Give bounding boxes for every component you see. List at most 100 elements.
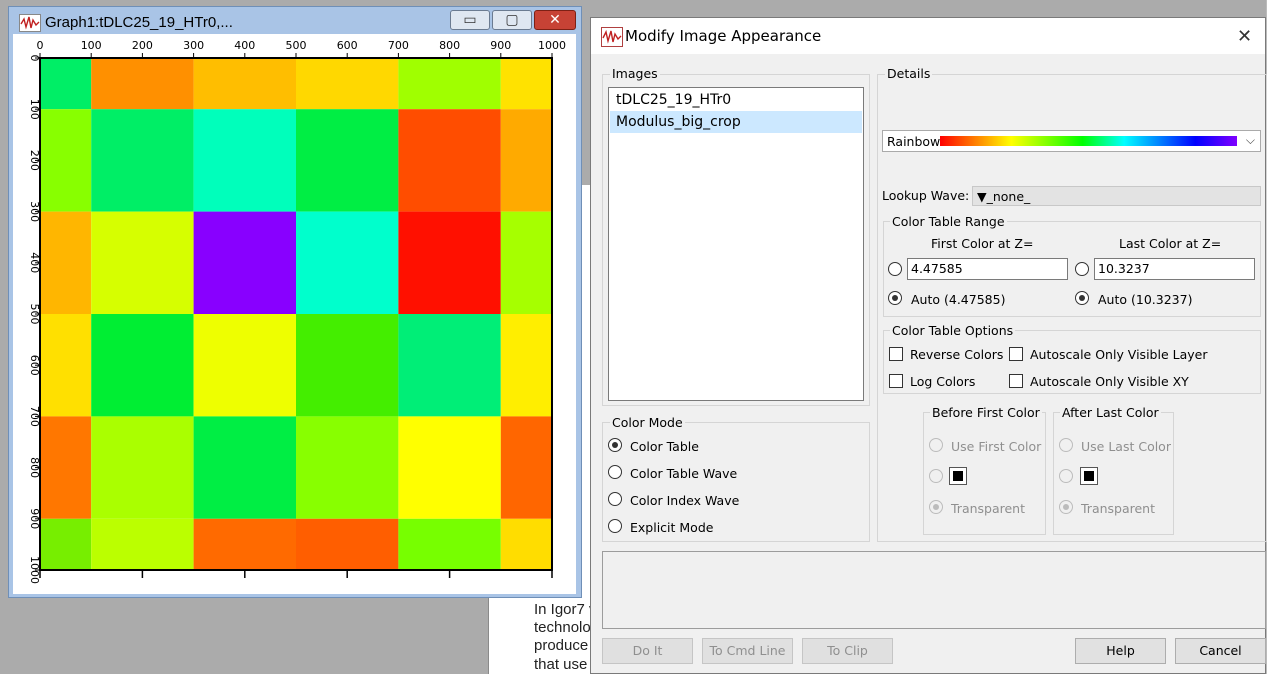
heatmap-cell [296, 314, 399, 417]
left-axis-tick-label: 0 [28, 55, 41, 62]
after-last-transparent-radio[interactable] [1059, 500, 1073, 514]
top-axis-tick-label: 200 [132, 39, 153, 52]
top-axis-tick-label: 900 [490, 39, 511, 52]
top-axis-tick-label: 300 [183, 39, 204, 52]
heatmap-cell [398, 109, 501, 212]
doc-paragraph-line: In Igor7 v [534, 601, 597, 618]
help-button[interactable]: Help [1075, 638, 1166, 664]
last-color-field[interactable]: 10.3237 [1094, 258, 1255, 280]
top-axis-tick-label: 700 [388, 39, 409, 52]
color-table-select[interactable]: Rainbow ⌵ [882, 130, 1261, 152]
top-axis-tick-label: 100 [81, 39, 102, 52]
color-table-radio[interactable] [608, 438, 622, 452]
plot-area[interactable]: 0 100 200 300 400 500 600 700 800 900 1000 0 100 200 3… [13, 34, 576, 594]
top-axis-tick-label: 1000 [538, 39, 566, 52]
reverse-colors-label: Reverse Colors [910, 347, 1004, 362]
first-color-auto-radio[interactable] [888, 291, 902, 305]
last-color-manual-radio[interactable] [1075, 262, 1089, 276]
left-axis-tick-label: 700 [28, 406, 41, 427]
heatmap-cell [91, 109, 194, 212]
images-list[interactable]: tDLC25_19_HTr0 Modulus_big_crop [608, 87, 864, 401]
color-index-wave-radio[interactable] [608, 492, 622, 506]
heatmap-cell [500, 58, 552, 110]
before-first-color-label: Before First Color [930, 405, 1042, 420]
rainbow-gradient [940, 136, 1237, 146]
dialog-close-icon[interactable]: ✕ [1237, 26, 1252, 47]
image-plot[interactable]: 0 100 200 300 400 500 600 700 800 900 1000 0 100 200 3… [13, 34, 576, 594]
left-axis-tick-label: 900 [28, 508, 41, 529]
image-list-item-selected[interactable]: Modulus_big_crop [610, 111, 862, 133]
use-last-color-radio[interactable] [1059, 438, 1073, 452]
dialog-titlebar[interactable]: Modify Image Appearance ✕ [591, 18, 1265, 54]
before-first-transparent-radio[interactable] [929, 500, 943, 514]
heatmap-cell [500, 416, 552, 519]
top-axis-tick-label: 600 [337, 39, 358, 52]
last-color-auto-radio[interactable] [1075, 291, 1089, 305]
command-preview-area[interactable] [602, 551, 1266, 629]
close-button[interactable]: ✕ [534, 10, 576, 30]
left-axis-tick-label: 200 [28, 150, 41, 171]
log-colors-checkbox[interactable] [889, 374, 903, 388]
image-list-item[interactable]: tDLC25_19_HTr0 [610, 89, 862, 111]
heatmap-cell [40, 109, 92, 212]
heatmap-cell [193, 314, 296, 417]
heatmap-cell [500, 518, 552, 570]
heatmap-cell [40, 314, 92, 417]
graph-window[interactable]: Graph1:tDLC25_19_HTr0,... ▭ ▢ ✕ 0 100 200 3… [8, 6, 582, 598]
lookup-wave-label: Lookup Wave: [882, 188, 970, 203]
to-clip-button[interactable]: To Clip [802, 638, 893, 664]
graph-titlebar[interactable]: Graph1:tDLC25_19_HTr0,... ▭ ▢ ✕ [9, 7, 581, 37]
autoscale-xy-checkbox[interactable] [1009, 374, 1023, 388]
color-table-wave-radio[interactable] [608, 465, 622, 479]
heatmap-cell [500, 211, 552, 314]
after-last-color-swatch[interactable] [1080, 467, 1098, 485]
left-axis-tick-label: 500 [28, 304, 41, 325]
heatmap-cell [398, 416, 501, 519]
cancel-button[interactable]: Cancel [1175, 638, 1266, 664]
color-mode-label: Color Mode [610, 415, 685, 430]
heatmap-cell [91, 518, 194, 570]
minimize-icon: ▭ [463, 12, 477, 28]
autoscale-layer-checkbox[interactable] [1009, 347, 1023, 361]
autoscale-xy-label: Autoscale Only Visible XY [1030, 374, 1189, 389]
dialog-title: Modify Image Appearance [625, 27, 822, 45]
graph-app-icon [19, 14, 41, 32]
heatmap-cell [296, 416, 399, 519]
heatmap-cell [398, 518, 501, 570]
left-axis-tick-label: 1000 [28, 556, 41, 584]
close-icon: ✕ [549, 12, 561, 28]
top-axis-tick-label: 500 [286, 39, 307, 52]
heatmap-cell [398, 211, 501, 314]
left-axis-tick-label: 600 [28, 355, 41, 376]
modify-image-appearance-dialog: Modify Image Appearance ✕ Images tDLC25_… [590, 17, 1267, 674]
minimize-button[interactable]: ▭ [450, 10, 490, 30]
first-color-field[interactable]: 4.47585 [907, 258, 1068, 280]
before-first-color-swatch[interactable] [949, 467, 967, 485]
doc-paragraph-line: produce [534, 637, 589, 654]
heatmap-cell [91, 58, 194, 110]
autoscale-layer-label: Autoscale Only Visible Layer [1030, 347, 1208, 362]
after-last-swatch-radio[interactable] [1059, 469, 1073, 483]
heatmap-cell [91, 416, 194, 519]
reverse-colors-checkbox[interactable] [889, 347, 903, 361]
left-axis-tick-label: 800 [28, 457, 41, 478]
lookup-wave-popup[interactable]: ▼_none_ [972, 186, 1261, 206]
do-it-button[interactable]: Do It [602, 638, 693, 664]
before-first-swatch-radio[interactable] [929, 469, 943, 483]
first-color-manual-radio[interactable] [888, 262, 902, 276]
first-color-auto-label: Auto (4.47585) [911, 292, 1006, 307]
heatmap-cell [193, 109, 296, 212]
top-axis-tick-label: 400 [234, 39, 255, 52]
heatmap-cell [40, 416, 92, 519]
explicit-mode-radio[interactable] [608, 519, 622, 533]
heatmap-cell [40, 211, 92, 314]
use-first-color-radio[interactable] [929, 438, 943, 452]
color-table-wave-radio-label: Color Table Wave [630, 466, 738, 481]
heatmap-cell [398, 314, 501, 417]
use-first-color-label: Use First Color [951, 439, 1042, 454]
to-cmd-line-button[interactable]: To Cmd Line [702, 638, 793, 664]
maximize-button[interactable]: ▢ [492, 10, 532, 30]
color-table-range-label: Color Table Range [890, 214, 1007, 229]
doc-paragraph-line: that use [534, 656, 588, 673]
heatmap-cell [193, 58, 296, 110]
